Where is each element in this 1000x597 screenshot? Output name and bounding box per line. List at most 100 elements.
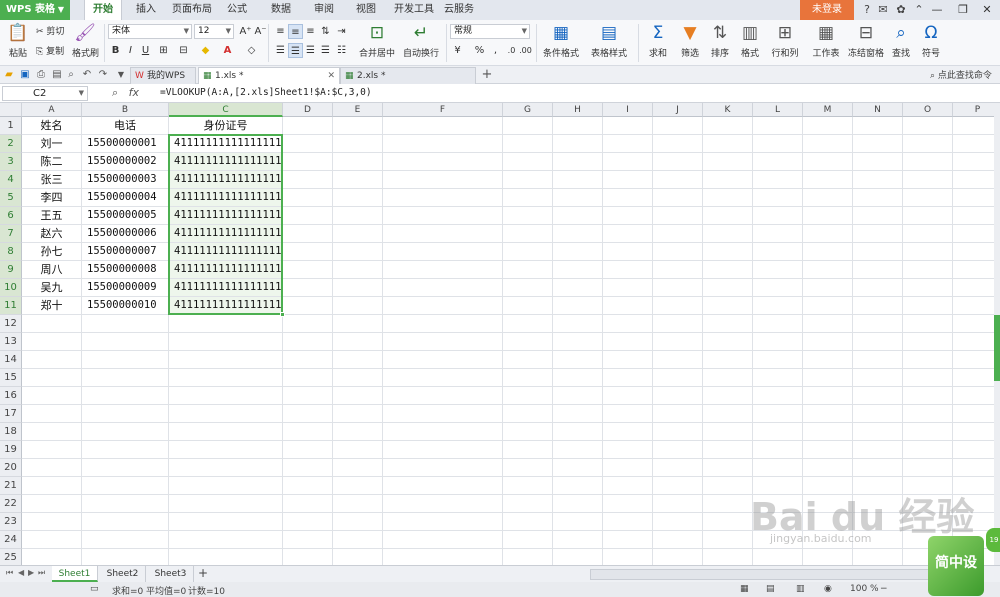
cell-m12[interactable] (803, 315, 853, 333)
cell-n12[interactable] (853, 315, 903, 333)
maximize-icon[interactable]: ❐ (950, 0, 976, 20)
command-search[interactable]: ⌕ 点此查找命令 (930, 68, 992, 81)
doc-tab-2xls[interactable]: ▦ 2.xls * (340, 67, 476, 84)
cell-j17[interactable] (653, 405, 703, 423)
freeze-panes-button[interactable]: ⊟ 冻结窗格 (848, 22, 884, 59)
cell-h8[interactable] (553, 243, 603, 261)
cell-a7[interactable]: 赵六 (22, 225, 82, 243)
cell-f20[interactable] (383, 459, 503, 477)
cell-e9[interactable] (333, 261, 383, 279)
cell-b14[interactable] (82, 351, 169, 369)
cell-f2[interactable] (383, 135, 503, 153)
cell-k4[interactable] (703, 171, 753, 189)
cell-i4[interactable] (603, 171, 653, 189)
cell-o11[interactable] (903, 297, 953, 315)
cell-l6[interactable] (753, 207, 803, 225)
cell-e21[interactable] (333, 477, 383, 495)
cell-k17[interactable] (703, 405, 753, 423)
cell-d8[interactable] (283, 243, 333, 261)
cell-f8[interactable] (383, 243, 503, 261)
cell-h7[interactable] (553, 225, 603, 243)
cell-o13[interactable] (903, 333, 953, 351)
cell-j25[interactable] (653, 549, 703, 565)
cell-h23[interactable] (553, 513, 603, 531)
cell-i9[interactable] (603, 261, 653, 279)
cell-n19[interactable] (853, 441, 903, 459)
cell-h25[interactable] (553, 549, 603, 565)
cell-e7[interactable] (333, 225, 383, 243)
font-size-select[interactable]: 12 ▼ (194, 24, 234, 39)
cell-a20[interactable] (22, 459, 82, 477)
column-header-c[interactable]: C (169, 103, 283, 117)
cell-c2[interactable]: 411111111111111111 (169, 135, 283, 153)
row-header[interactable]: 18 (0, 423, 22, 441)
cell-k9[interactable] (703, 261, 753, 279)
fill-color-icon[interactable]: ◆ (198, 43, 213, 58)
new-tab-icon[interactable]: + (480, 68, 494, 82)
cell-d6[interactable] (283, 207, 333, 225)
font-color-icon[interactable]: A (220, 43, 235, 58)
cell-b22[interactable] (82, 495, 169, 513)
cell-j22[interactable] (653, 495, 703, 513)
cell-d16[interactable] (283, 387, 333, 405)
cell-p17[interactable] (953, 405, 994, 423)
cell-e2[interactable] (333, 135, 383, 153)
horizontal-scrollbar[interactable] (590, 569, 930, 580)
cell-m1[interactable] (803, 117, 853, 135)
merge-center-button[interactable]: ⊡ 合并居中 (356, 22, 398, 59)
cell-d25[interactable] (283, 549, 333, 565)
cell-k6[interactable] (703, 207, 753, 225)
row-header[interactable]: 8 (0, 243, 22, 261)
justify-icon[interactable]: ☰ (318, 43, 333, 58)
cell-n14[interactable] (853, 351, 903, 369)
cell-g9[interactable] (503, 261, 553, 279)
cell-p13[interactable] (953, 333, 994, 351)
cell-b23[interactable] (82, 513, 169, 531)
cell-i7[interactable] (603, 225, 653, 243)
cell-b2[interactable]: 15500000001 (82, 135, 169, 153)
align-left-icon[interactable]: ☰ (273, 43, 288, 58)
cell-a15[interactable] (22, 369, 82, 387)
cell-e22[interactable] (333, 495, 383, 513)
column-header-b[interactable]: B (82, 103, 169, 117)
cell-m18[interactable] (803, 423, 853, 441)
cell-n11[interactable] (853, 297, 903, 315)
align-center-icon[interactable]: ☰ (288, 43, 303, 58)
cell-g1[interactable] (503, 117, 553, 135)
cell-i11[interactable] (603, 297, 653, 315)
cell-o14[interactable] (903, 351, 953, 369)
cell-k24[interactable] (703, 531, 753, 549)
cell-k22[interactable] (703, 495, 753, 513)
fill-handle[interactable] (280, 312, 285, 317)
cell-h3[interactable] (553, 153, 603, 171)
cell-g12[interactable] (503, 315, 553, 333)
cell-f19[interactable] (383, 441, 503, 459)
cell-c10[interactable]: 411111111111111119 (169, 279, 283, 297)
tab-data[interactable]: 数据 (264, 0, 298, 20)
cell-h18[interactable] (553, 423, 603, 441)
cell-f13[interactable] (383, 333, 503, 351)
find-button[interactable]: ⌕ 查找 (888, 22, 914, 59)
column-header-e[interactable]: E (333, 103, 383, 117)
print-preview-icon[interactable]: ⌕ (64, 68, 78, 82)
cell-k8[interactable] (703, 243, 753, 261)
column-header-o[interactable]: O (903, 103, 953, 117)
cell-i12[interactable] (603, 315, 653, 333)
row-header[interactable]: 1 (0, 117, 22, 135)
cell-a14[interactable] (22, 351, 82, 369)
column-header-h[interactable]: H (553, 103, 603, 117)
align-middle-icon[interactable]: ≡ (288, 24, 303, 39)
zoom-out-icon[interactable]: − (880, 584, 888, 594)
first-sheet-icon[interactable]: ⏮ (6, 568, 13, 578)
cell-m8[interactable] (803, 243, 853, 261)
cell-k13[interactable] (703, 333, 753, 351)
cell-k25[interactable] (703, 549, 753, 565)
eye-protect-icon[interactable]: ◉ (824, 584, 832, 594)
cell-l5[interactable] (753, 189, 803, 207)
cell-e19[interactable] (333, 441, 383, 459)
cell-k2[interactable] (703, 135, 753, 153)
cell-f15[interactable] (383, 369, 503, 387)
cell-n13[interactable] (853, 333, 903, 351)
conditional-format-button[interactable]: ▦ 条件格式 (540, 22, 582, 59)
cell-b16[interactable] (82, 387, 169, 405)
